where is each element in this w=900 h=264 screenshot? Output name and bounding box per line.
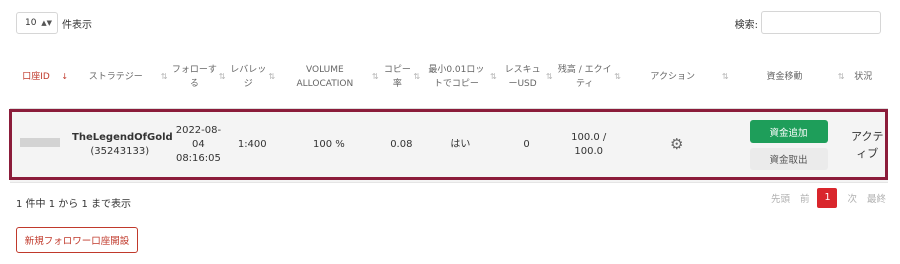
page-first-button[interactable]: 先頭: [771, 191, 790, 205]
gear-icon[interactable]: ⚙: [670, 135, 683, 153]
sort-arrows-icon: ⇅: [218, 72, 226, 82]
column-header-strategy[interactable]: ストラテジー ⇅: [70, 47, 170, 109]
cell-rescue-usd: 0: [498, 108, 555, 183]
cell-follow-date: 2022-08-04 08:16:05: [169, 108, 228, 183]
search-input[interactable]: [761, 11, 881, 34]
table-info: 1 件中 1 から 1 まで表示: [16, 199, 131, 210]
sort-arrows-icon: ⇅: [614, 72, 621, 82]
column-header-min-lot[interactable]: 最小0.01ロットでコピー ⇅: [422, 47, 499, 109]
sort-arrows-icon: ⇅: [545, 72, 553, 82]
cell-fund-transfer: 資金追加 資金取出: [730, 108, 847, 183]
page-next-button[interactable]: 次: [847, 191, 857, 205]
column-header-leverage[interactable]: レバレッジ ⇅: [227, 47, 278, 109]
strategy-id: (35243133): [90, 146, 150, 157]
status-text: アクティブ: [851, 130, 884, 160]
column-header-account-id[interactable]: 口座ID ↓: [10, 47, 71, 109]
follow-time: 08:16:05: [175, 153, 221, 164]
cell-leverage: 1:400: [227, 108, 278, 183]
sort-arrows-icon: ⇅: [413, 72, 421, 82]
cell-action: ⚙: [622, 108, 731, 183]
column-header-rescue-usd[interactable]: レスキューUSD ⇅: [498, 47, 555, 109]
sort-arrows-icon: ⇅: [160, 72, 168, 82]
table-row: TheLegendOfGold (35243133) 2022-08-04 08…: [10, 108, 888, 183]
sort-arrows-icon: ⇅: [489, 72, 497, 82]
page-length-select[interactable]: 10 ▲▼: [16, 12, 58, 34]
column-header-follow[interactable]: フォローする ⇅: [169, 47, 228, 109]
equity-value: 100.0: [574, 146, 604, 157]
column-header-action[interactable]: アクション ⇅: [622, 47, 731, 109]
withdraw-funds-button[interactable]: 資金取出: [749, 148, 828, 170]
column-header-copy-rate[interactable]: コピー率 ⇅: [380, 47, 423, 109]
page-length-value: 10: [25, 18, 37, 28]
new-follower-account-button[interactable]: 新規フォロワー口座開設: [16, 227, 138, 253]
column-header-volume-allocation[interactable]: VOLUME ALLOCATION ⇅: [277, 47, 381, 109]
strategy-name[interactable]: TheLegendOfGold: [72, 131, 173, 145]
page-current-button[interactable]: 1: [817, 188, 838, 208]
sort-arrows-icon: ⇅: [371, 72, 379, 82]
chevron-updown-icon: ▲▼: [41, 19, 52, 27]
table-controls: 10 ▲▼ 件表示 検索:: [16, 10, 884, 36]
pagination: 先頭 前 1 次 最終: [761, 188, 886, 208]
table-header-row: 口座ID ↓ ストラテジー ⇅ フォローする ⇅ レバレッジ ⇅ VOLUME ALLO…: [10, 47, 888, 109]
sort-arrows-icon: ⇅: [837, 72, 845, 82]
cell-min-lot: はい: [422, 108, 499, 183]
page-prev-button[interactable]: 前: [800, 191, 810, 205]
cell-copy-rate: 0.08: [380, 108, 423, 183]
cell-volume-allocation: 100 %: [277, 108, 381, 183]
cell-strategy: TheLegendOfGold (35243133): [70, 108, 173, 183]
page-last-button[interactable]: 最終: [867, 191, 886, 205]
column-header-balance-equity[interactable]: 残高 / エクイティ ⇅: [554, 47, 623, 109]
balance-value: 100.0 /: [571, 132, 607, 143]
column-header-fund-transfer[interactable]: 資金移動 ⇅: [730, 47, 847, 109]
search-label: 検索:: [734, 20, 758, 31]
sort-arrows-icon: ⇅: [721, 72, 729, 82]
page-length-label: 件表示: [62, 20, 92, 31]
redacted-account-id: [20, 138, 61, 147]
column-header-status[interactable]: 状況: [846, 47, 888, 109]
cell-status: アクティブ: [846, 108, 888, 183]
cell-account-id: [10, 108, 71, 183]
sort-arrows-icon: ↓: [61, 72, 69, 82]
follow-date: 2022-08-04: [175, 125, 222, 150]
cell-balance-equity: 100.0 / 100.0: [554, 108, 623, 183]
sort-arrows-icon: ⇅: [268, 72, 276, 82]
follower-accounts-table: 口座ID ↓ ストラテジー ⇅ フォローする ⇅ レバレッジ ⇅ VOLUME ALLO…: [10, 47, 888, 183]
add-funds-button[interactable]: 資金追加: [749, 120, 828, 143]
